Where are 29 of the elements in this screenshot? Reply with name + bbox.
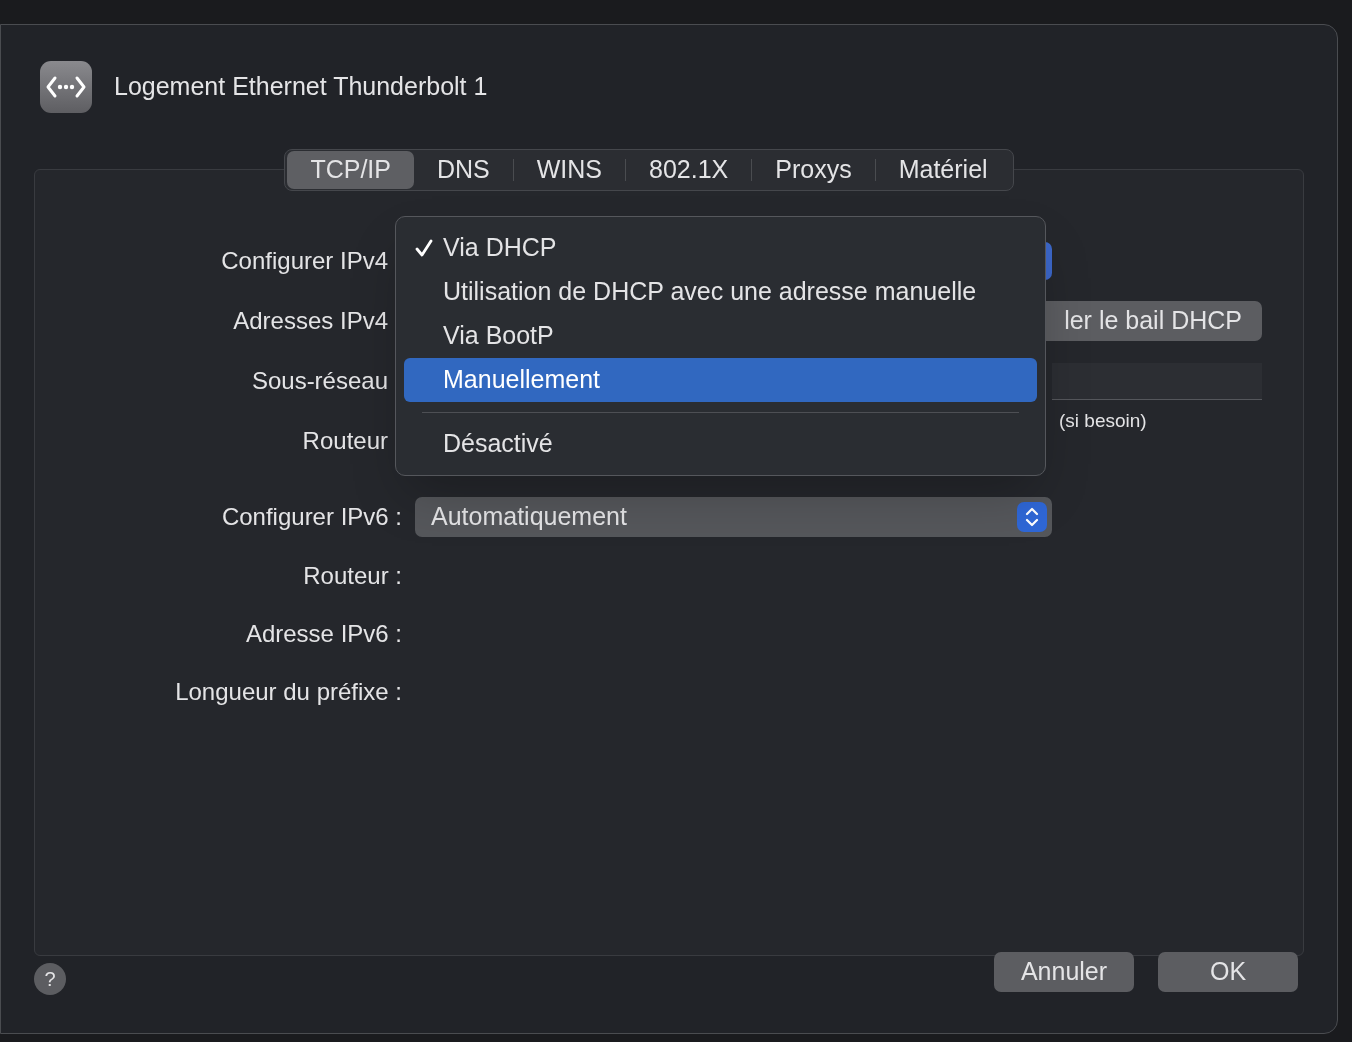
hint-text: (si besoin) — [1059, 409, 1147, 433]
menu-item[interactable]: Désactivé — [404, 422, 1037, 466]
menu-item[interactable]: Via DHCP — [404, 226, 1037, 270]
field-label: Adresse IPv6 : — [245, 619, 402, 649]
menu-item[interactable]: Utilisation de DHCP avec une adresse manuelle — [404, 270, 1037, 314]
checkmark-icon — [413, 238, 434, 258]
field-label: Sous-réseau — [251, 366, 388, 396]
stepper-icon — [1017, 502, 1047, 532]
tab[interactable]: DNS — [413, 151, 513, 189]
menu-item[interactable]: Manuellement — [404, 358, 1037, 402]
field-label: Adresses IPv4 — [233, 306, 388, 336]
tab[interactable]: Matériel — [875, 151, 1011, 189]
tab[interactable]: Proxys — [752, 151, 875, 189]
help-button[interactable]: ? — [34, 963, 66, 995]
network-icon — [40, 61, 92, 113]
tab[interactable]: 802.1X — [626, 151, 752, 189]
field-label: Configurer IPv4 — [221, 246, 388, 276]
window-title: Logement Ethernet Thunderbolt 1 — [114, 71, 488, 103]
cancel-button[interactable]: Annuler — [994, 952, 1134, 992]
input-field[interactable] — [1052, 362, 1262, 400]
ok-button[interactable]: OK — [1158, 952, 1298, 992]
tab[interactable]: WINS — [513, 151, 626, 189]
popup-button[interactable]: Automatiquement — [415, 497, 1052, 537]
tab[interactable]: TCP/IP — [287, 151, 414, 189]
field-label: Longueur du préfixe : — [175, 677, 402, 707]
field-label: Configurer IPv6 : — [221, 502, 402, 532]
field-label: Routeur : — [303, 561, 402, 591]
field-label: Routeur — [302, 426, 388, 456]
menu-item[interactable]: Via BootP — [404, 314, 1037, 358]
